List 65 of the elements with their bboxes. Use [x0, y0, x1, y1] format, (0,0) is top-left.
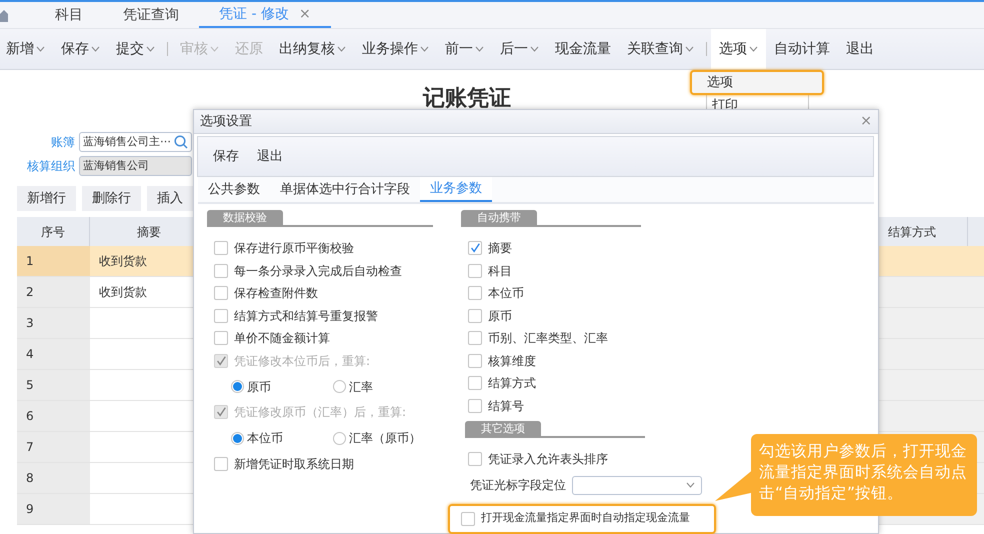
field-label: 凭证光标字段定位 [470, 477, 566, 494]
row-number: 3 [17, 308, 90, 339]
toolbar-button[interactable]: 前一 [437, 29, 492, 69]
toolbar-button[interactable]: 出纳复核 [271, 29, 354, 69]
dialog-tab[interactable]: 单据体选中行合计字段 [270, 177, 420, 202]
checkbox-label: 科目 [488, 262, 512, 280]
checkbox-label: 结算号 [488, 398, 524, 415]
dialog-button[interactable]: 退出 [248, 146, 292, 166]
dialog-tab[interactable]: 公共参数 [198, 177, 270, 202]
checkbox-label: 核算维度 [488, 352, 536, 370]
checkbox-label: 每一条分录录入完成后自动检查 [234, 262, 402, 280]
toolbar-button[interactable]: 现金流量 [547, 29, 619, 69]
page-title: 记账凭证 [423, 85, 511, 113]
toolbar-button[interactable]: 后一 [492, 29, 547, 69]
row-number: 7 [17, 432, 90, 463]
row-number: 5 [17, 370, 90, 401]
checkbox-label: 保存检查附件数 [234, 285, 318, 302]
row-number: 6 [17, 401, 90, 432]
menu-item[interactable]: 选项 [690, 70, 824, 95]
grid-button[interactable]: 删除行 [82, 186, 141, 211]
input-field[interactable]: 蓝海销售公司 [79, 156, 192, 176]
checkbox-label: 结算方式和结算号重复报警 [234, 308, 378, 325]
column-header: 结算方式 [878, 217, 968, 246]
toolbar-button[interactable]: 选项 [711, 29, 766, 69]
field-label: 账簿 [50, 134, 76, 151]
section-title: 自动携带 [461, 210, 537, 225]
checkbox-label: 原币 [488, 308, 512, 325]
radio-label: 本位币 [247, 430, 283, 447]
row-number: 9 [17, 494, 90, 525]
radio-label: 汇率 [349, 378, 373, 396]
toolbar-button[interactable]: 提交 [108, 29, 163, 69]
grid-button[interactable]: 插入 [147, 186, 193, 211]
callout: 勾选该用户参数后，打开现金流量指定界面时系统会自动点击“自动指定”按钮。 [751, 434, 977, 516]
toolbar-button[interactable]: 退出 [838, 29, 882, 69]
dialog-button[interactable]: 保存 [204, 146, 248, 166]
dialog-tab[interactable]: 业务参数 [420, 177, 492, 202]
checkbox-label: 凭证修改原币（汇率）后，重算: [234, 404, 406, 422]
radio-label: 原币 [247, 378, 271, 396]
dialog-title: 选项设置 [200, 112, 253, 131]
page-tab[interactable]: 凭证查询 [103, 2, 199, 28]
row-number: 1 [17, 246, 90, 277]
section-title: 数据校验 [207, 210, 283, 225]
toolbar-button[interactable]: 关联查询 [619, 29, 702, 69]
toolbar-button[interactable]: 保存 [53, 29, 108, 69]
checkbox-label: 本位币 [488, 285, 524, 302]
checkbox-label: 打开现金流量指定界面时自动指定现金流量 [481, 510, 690, 526]
field-label: 核算组织 [26, 158, 76, 175]
page-tab[interactable]: 科目 [35, 2, 103, 28]
toolbar-button[interactable]: 新增 [0, 29, 53, 69]
checkbox-label: 单价不随金额计算 [234, 330, 330, 348]
input-field[interactable]: 蓝海销售公司主⋯ [79, 132, 192, 152]
grid-button[interactable]: 新增行 [17, 186, 76, 211]
radio-label: 汇率（原币） [349, 430, 421, 447]
checkbox-label: 结算方式 [488, 375, 536, 392]
column-header: 序号 [17, 217, 90, 246]
row-number: 2 [17, 277, 90, 308]
section-title: 其它选项 [465, 421, 541, 436]
row-number: 4 [17, 339, 90, 370]
toolbar-button[interactable]: 业务操作 [354, 29, 437, 69]
checkbox-label: 新增凭证时取系统日期 [234, 456, 354, 473]
checkbox-label: 凭证修改本位币后，重算: [234, 352, 370, 370]
checkbox-label: 凭证录入允许表头排序 [488, 451, 608, 468]
row-number: 8 [17, 463, 90, 494]
toolbar-button[interactable]: 自动计算 [766, 29, 838, 69]
checkbox-label: 币别、汇率类型、汇率 [488, 330, 608, 348]
